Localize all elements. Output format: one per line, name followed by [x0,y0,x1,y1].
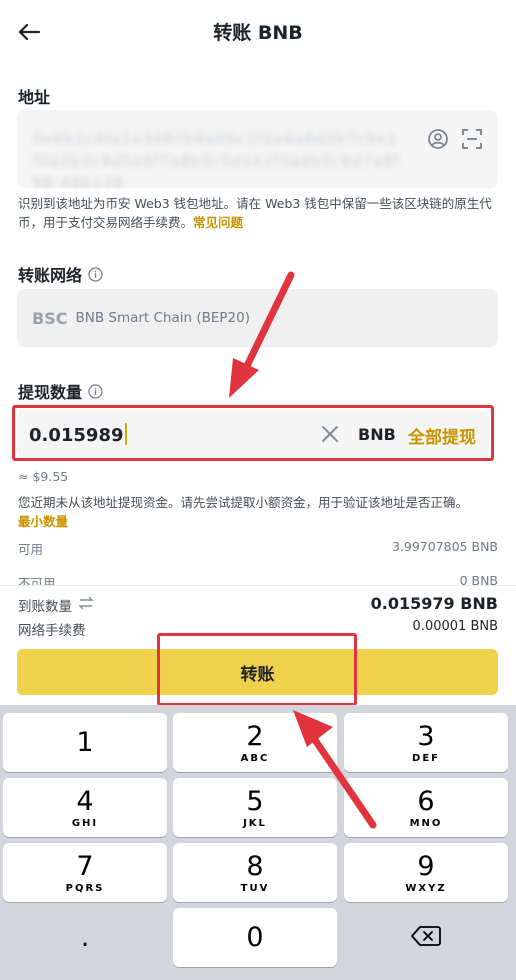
amount-note: 您近期未从该地址提现资金。请先尝试提取小额资金，用于验证该地址是否正确。最小数量 [18,493,478,531]
available-row: 可用 3.99707805 BNB [18,539,498,558]
available-label: 可用 [18,542,44,557]
key-digit: 5 [246,785,264,817]
amount-note-text: 您近期未从该地址提现资金。请先尝试提取小额资金，用于验证该地址是否正确。 [18,495,469,510]
received-value: 0.015979 BNB [370,594,498,613]
network-select[interactable]: BSC BNB Smart Chain (BEP20) [17,289,498,347]
page-title: 转账 BNB [213,22,303,44]
key-digit: . [80,921,90,953]
key-7[interactable]: 7 PQRS [3,843,167,902]
key-digit: 1 [76,726,94,758]
key-digit: 6 [417,785,435,817]
amount-label: 提现数量 [18,379,103,403]
key-8[interactable]: 8 TUV [173,843,337,902]
key-0[interactable]: 0 [173,908,337,967]
info-icon[interactable] [88,383,103,399]
min-amount-link[interactable]: 最小数量 [18,514,68,529]
fee-label: 网络手续费 [18,623,86,639]
key-4[interactable]: 4 GHI [3,778,167,837]
key-digit: 4 [76,785,94,817]
key-decimal[interactable]: . [3,908,167,967]
key-letters: PQRS [65,882,105,894]
address-input[interactable]: 0x6b2c4fa1e3d87b9a05c1f2e4a8d3b7c9e1f0a2… [17,110,498,192]
key-digit: 9 [417,850,435,882]
received-label-text: 到账数量 [18,599,72,615]
address-book-icon[interactable] [427,128,449,150]
backspace-key[interactable] [344,908,508,967]
key-6[interactable]: 6 MNO [344,778,508,837]
fee-value: 0.00001 BNB [412,619,498,634]
key-2[interactable]: 2 ABC [173,713,337,772]
network-label: 转账网络 [18,262,103,286]
network-name: BNB Smart Chain (BEP20) [75,310,251,326]
key-letters: ABC [240,752,270,764]
annotation-box [12,405,494,461]
address-label: 地址 [18,88,51,107]
transfer-button[interactable]: 转账 [17,649,498,695]
key-5[interactable]: 5 JKL [173,778,337,837]
key-letters: GHI [71,817,99,829]
key-9[interactable]: 9 WXYZ [344,843,508,902]
key-letters: DEF [412,752,440,764]
swap-icon[interactable] [78,596,94,614]
amount-label-text: 提现数量 [18,383,83,402]
faq-link[interactable]: 常见问题 [193,215,243,230]
backspace-icon [411,925,441,951]
key-letters: JKL [243,817,267,829]
address-hint: 识别到该地址为币安 Web3 钱包地址。请在 Web3 钱包中保留一些该区块链的… [18,194,500,232]
key-1[interactable]: 1 [3,713,167,772]
network-label-text: 转账网络 [18,266,83,285]
scan-icon[interactable] [461,128,483,150]
fiat-estimate: ≈ $9.55 [18,469,69,484]
key-digit: 8 [246,850,264,882]
key-3[interactable]: 3 DEF [344,713,508,772]
available-value: 3.99707805 BNB [391,539,498,554]
key-digit: 0 [246,921,264,953]
numeric-keypad: 1 2 ABC 3 DEF 4 GHI 5 JKL 6 MNO 7 PQRS 8 TUV 9W… [0,705,516,980]
key-digit: 7 [76,850,94,882]
received-label: 到账数量 [18,595,94,615]
address-hint-text: 识别到该地址为币安 Web3 钱包地址。请在 Web3 钱包中保留一些该区块链的… [18,196,492,230]
header: 转账 BNB [0,0,516,64]
info-icon[interactable] [88,266,103,282]
key-letters: MNO [409,817,443,829]
address-value: 0x6b2c4fa1e3d87b9a05c1f2e4a8d3b7c9e1f0a2… [33,130,401,192]
key-letters: WXYZ [405,882,447,894]
key-digit: 2 [246,720,264,752]
network-code: BSC [32,308,68,328]
key-letters: TUV [240,882,270,894]
key-digit: 3 [417,720,435,752]
